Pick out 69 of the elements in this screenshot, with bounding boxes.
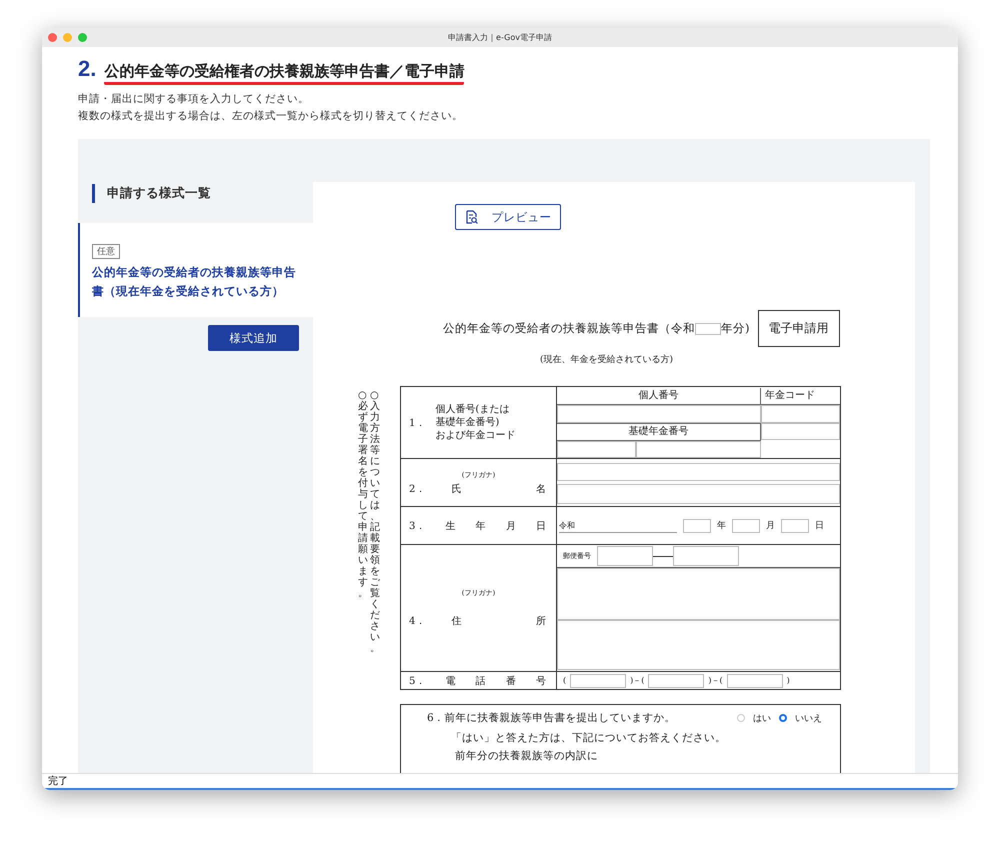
- separator-label: ): [786, 676, 790, 685]
- era-dropdown[interactable]: 令和: [559, 518, 677, 532]
- input-field[interactable]: [557, 440, 636, 458]
- note-text: ○入力方法等については、記載要領をご覧ください。: [370, 390, 380, 654]
- input-field[interactable]: [781, 518, 809, 532]
- input-field[interactable]: [683, 518, 711, 532]
- unit-label: 日: [815, 520, 824, 532]
- row-number: 3．: [409, 520, 426, 532]
- unit-label: 年: [717, 520, 726, 532]
- step-number: 2.: [78, 56, 96, 82]
- form-subtitle: (現在、年金を受給されている方): [540, 354, 674, 366]
- window-title: 申請書入力｜e-Gov電子申請: [448, 33, 552, 42]
- input-field[interactable]: [726, 674, 783, 688]
- question-text: 前年分の扶養親族等の内訳に: [455, 749, 598, 763]
- row-label: 話: [476, 674, 486, 688]
- input-field[interactable]: [557, 463, 840, 481]
- year-suffix-label: 年分): [721, 321, 750, 336]
- separator-label: )－(: [708, 675, 723, 686]
- row-label: 日: [536, 520, 546, 532]
- row-label: 生: [445, 520, 456, 532]
- row-label: 号: [536, 674, 546, 688]
- instruction-text: 複数の様式を提出する場合は、左の様式一覧から様式を切り替えてください。: [78, 109, 463, 124]
- form-title: 公的年金等の受給者の扶養親族等申告書（令和: [443, 321, 695, 336]
- row-label: 個人番号(または 基礎年金番号) および年金コード: [435, 403, 516, 442]
- row-number: 5．: [409, 674, 426, 688]
- radio-option[interactable]: はい: [737, 712, 771, 724]
- input-field[interactable]: [761, 422, 840, 440]
- input-field[interactable]: [597, 546, 653, 566]
- unit-label: 月: [766, 520, 775, 532]
- input-field[interactable]: [636, 440, 761, 458]
- text-area[interactable]: [557, 568, 840, 620]
- input-field[interactable]: [732, 518, 760, 532]
- electronic-application-stamp: 電子申請用: [758, 310, 840, 347]
- note-text: ○必ず電子署名を付与して申請願います。: [358, 390, 368, 599]
- separator-label: (: [563, 676, 566, 685]
- year-input[interactable]: [695, 322, 721, 334]
- row-number: 2．: [409, 482, 426, 496]
- row-number: 4．: [409, 615, 426, 628]
- row-label: 年: [476, 520, 486, 532]
- sidebar-heading: 申請する様式一覧: [92, 184, 211, 203]
- input-field[interactable]: [648, 674, 704, 688]
- row-label: 名: [536, 482, 546, 496]
- row-label: 月: [506, 520, 516, 532]
- input-field[interactable]: [673, 546, 739, 566]
- input-field[interactable]: [557, 404, 761, 422]
- input-field[interactable]: [557, 484, 840, 504]
- page-title: 公的年金等の受給権者の扶養親族等申告書／電子申請: [104, 62, 464, 85]
- document-search-icon: [464, 210, 478, 224]
- form-list-item[interactable]: 任意 公的年金等の受給者の扶養親族等申告書（現在年金を受給されている方）: [78, 223, 313, 317]
- row-number: 1．: [409, 416, 426, 430]
- optional-tag: 任意: [92, 244, 120, 259]
- row-label: 所: [536, 614, 546, 628]
- status-text: 完了: [48, 774, 68, 788]
- radio-option[interactable]: いいえ: [779, 712, 822, 724]
- row-label: 電: [445, 674, 456, 688]
- row-label: 氏: [451, 482, 462, 496]
- column-header: 基礎年金番号: [557, 422, 761, 440]
- input-field[interactable]: [761, 404, 840, 422]
- row-label: 番: [506, 674, 516, 688]
- instruction-text: 申請・届出に関する事項を入力してください。: [78, 92, 309, 107]
- question-text: 「はい」と答えた方は、下記についてお答えください。: [451, 731, 726, 745]
- preview-button[interactable]: プレビュー: [455, 204, 561, 230]
- add-form-button[interactable]: 様式追加: [208, 325, 299, 351]
- question-text: 6．前年に扶養親族等申告書を提出していますか。: [427, 711, 676, 725]
- text-area[interactable]: [557, 620, 840, 670]
- input-field[interactable]: [570, 674, 626, 688]
- form-title: 公的年金等の受給者の扶養親族等申告書（現在年金を受給されている方）: [92, 264, 297, 300]
- separator-label: )－(: [630, 675, 644, 686]
- row-label: 住: [451, 615, 462, 628]
